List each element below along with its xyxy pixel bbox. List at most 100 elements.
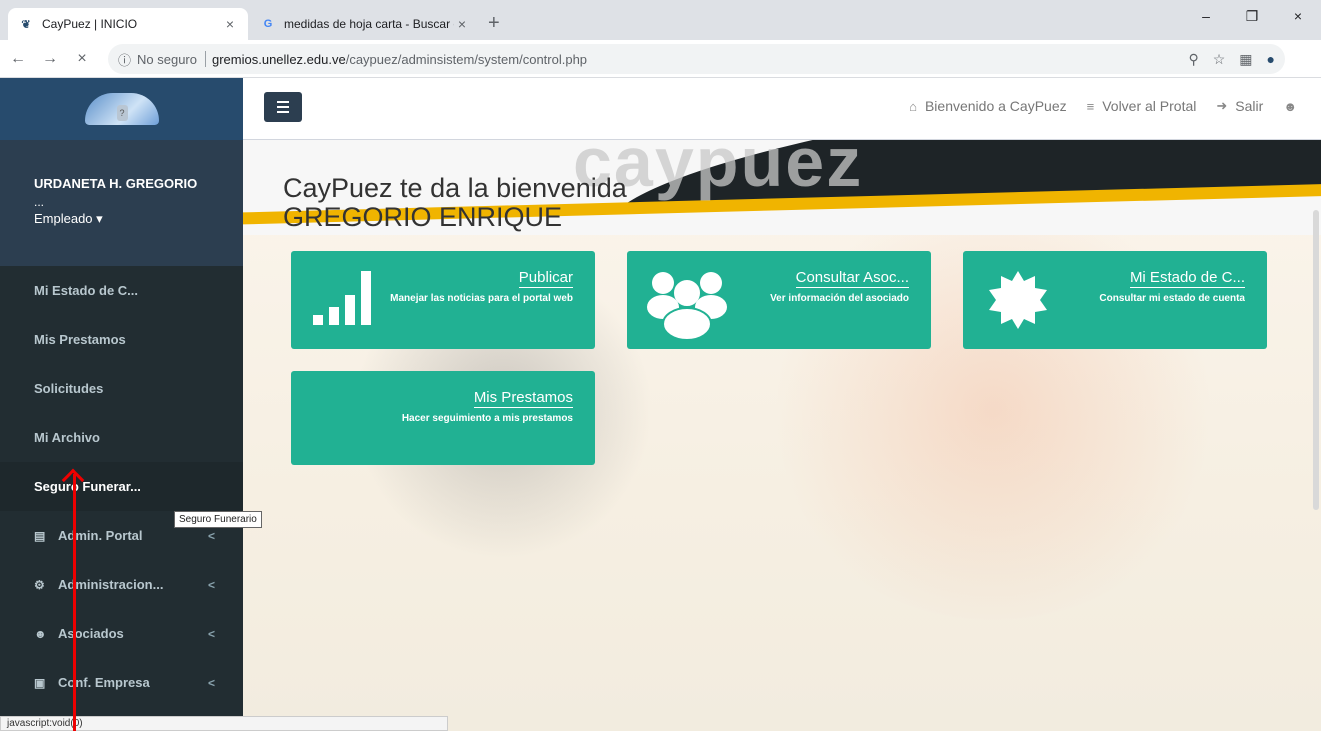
web-page: URDANETA H. GREGORIO ... Empleado ▾ Mi E… [0,78,1321,731]
new-tab-button[interactable]: + [488,12,500,35]
sidebar-item-label: Admin. Portal [58,528,143,543]
annotation-arrow [73,474,76,731]
sidebar-item-mis-prestamos[interactable]: Mis Prestamos [0,315,243,364]
back-to-portal-link[interactable]: ≡ Volver al Protal [1087,98,1197,114]
user-name: URDANETA H. GREGORIO [34,176,198,191]
users-icon [647,272,727,339]
zoom-icon[interactable]: ⚲ [1188,51,1198,68]
top-navbar: ⌂ Bienvenido a CayPuez ≡ Volver al Prota… [243,78,1321,140]
forward-button[interactable]: → [36,50,64,68]
browser-toolbar: ← → × ⓘ No seguro gremios.unellez.edu.ve… [0,40,1321,109]
caypuez-favicon-icon: ❦ [21,18,31,31]
hamburger-bar [277,101,289,103]
card-description: Consultar mi estado de cuenta [1099,293,1245,304]
card-description: Manejar las noticias para el portal web [390,293,573,304]
card-mi-estado-cuenta[interactable]: Mi Estado de C... Consultar mi estado de… [963,251,1267,349]
close-window-button[interactable]: × [1275,0,1321,32]
tooltip: Seguro Funerario [174,511,262,528]
users-icon: ☻ [34,626,47,641]
sidebar-item-administracion[interactable]: ⚙ Administracion... < [0,560,243,609]
sidebar-item-asociados[interactable]: ☻ Asociados < [0,609,243,658]
sidebar-item-label: Mi Estado de C... [34,283,139,298]
newspaper-icon: ▤ [34,528,46,543]
card-mis-prestamos[interactable]: Mis Prestamos Hacer seguimiento a mis pr… [291,371,595,465]
sidebar-item-mi-estado[interactable]: Mi Estado de C... [0,266,243,315]
welcome-link-label: Bienvenido a CayPuez [924,98,1067,114]
users-icon: ☻ [1283,98,1297,114]
briefcase-icon: ▣ [34,675,46,690]
user-name-ellipsis: ... [34,195,45,209]
card-description: Ver información del asociado [770,293,909,304]
logout-label: Salir [1235,98,1264,114]
sidebar-toggle-button[interactable] [264,92,302,122]
chevron-left-icon: < [207,528,215,543]
logout-link[interactable]: ➜ Salir [1216,98,1263,114]
hamburger-bar [277,106,289,108]
sidebar-item-label: Conf. Empresa [58,675,150,690]
chevron-left-icon: < [207,675,215,690]
card-consultar-asociado[interactable]: Consultar Asoc... Ver información del as… [627,251,931,349]
certificate-icon [989,271,1047,329]
tab-caypuez[interactable]: ❦ CayPuez | INICIO × [8,8,248,40]
users-menu-button[interactable]: ☻ [1283,99,1297,114]
welcome-banner: caypuez CayPuez te da la bienvenida GREG… [243,140,1321,235]
page-scrollbar[interactable] [1313,210,1319,510]
qr-code-icon[interactable]: ▦ [1239,51,1252,68]
welcome-line-2: GREGORIO ENRIQUE [283,202,563,232]
chevron-left-icon: < [207,626,215,641]
address-separator [205,51,206,67]
bookmark-star-icon[interactable]: ☆ [1213,51,1226,68]
card-title: Consultar Asoc... [795,269,909,288]
welcome-line-1: CayPuez te da la bienvenida [283,173,627,203]
minimize-button[interactable]: – [1183,0,1229,32]
main-content: caypuez CayPuez te da la bienvenida GREG… [243,140,1321,731]
tab-google-search[interactable]: G medidas de hoja carta - Buscar c × [250,8,480,40]
tab-close-icon[interactable]: × [222,16,238,32]
user-panel: URDANETA H. GREGORIO ... Empleado ▾ [0,140,243,266]
card-publicar[interactable]: Publicar Manejar las noticias para el po… [291,251,595,349]
info-icon[interactable]: ⓘ [118,50,131,69]
sidebar-item-label: Solicitudes [34,381,104,396]
stop-button[interactable]: × [68,50,96,68]
tab-close-icon[interactable]: × [454,16,470,32]
sidebar-item-solicitudes[interactable]: Solicitudes [0,364,243,413]
tab-title: medidas de hoja carta - Buscar c [284,17,454,31]
top-nav-links: ⌂ Bienvenido a CayPuez ≡ Volver al Prota… [909,98,1297,114]
home-icon: ⌂ [909,98,917,114]
welcome-link[interactable]: ⌂ Bienvenido a CayPuez [909,98,1067,114]
security-label: No seguro [137,51,197,67]
restore-button[interactable]: ❐ [1229,0,1275,32]
gear-icon: ⚙ [34,577,45,592]
card-title: Mis Prestamos [473,389,573,408]
sidebar-menu: Mi Estado de C... Mis Prestamos Solicitu… [0,266,243,707]
back-to-portal-label: Volver al Protal [1102,98,1197,114]
browser-tabstrip: ❦ CayPuez | INICIO × G medidas de hoja c… [0,0,1321,40]
sidebar-logo-area [0,78,243,140]
card-description: Hacer seguimiento a mis prestamos [401,413,573,424]
browser-status-bar: javascript:void(0) [0,716,448,731]
sidebar-item-label: Mis Prestamos [34,332,126,347]
url-host: gremios.unellez.edu.ve [212,51,346,67]
sidebar-item-label: Mi Archivo [34,430,100,445]
caypuez-logo[interactable] [84,93,159,125]
back-button[interactable]: ← [4,50,32,68]
sidebar-item-mi-archivo[interactable]: Mi Archivo [0,413,243,462]
list-icon: ≡ [1086,98,1095,114]
hamburger-bar [277,111,289,113]
url-path: /caypuez/adminsistem/system/control.php [345,51,588,67]
signal-bars-icon [313,271,371,325]
card-title: Mi Estado de C... [1129,269,1245,288]
sidebar-item-label: Asociados [58,626,124,641]
omnibox-actions: ⚲ ☆ ▦ ● [1188,51,1275,68]
tab-title: CayPuez | INICIO [42,17,138,31]
welcome-heading: CayPuez te da la bienvenida GREGORIO ENR… [283,174,627,232]
role-dropdown[interactable]: Empleado ▾ [34,211,243,227]
sidebar: URDANETA H. GREGORIO ... Empleado ▾ Mi E… [0,78,243,731]
chevron-left-icon: < [207,577,215,592]
google-favicon-icon: G [263,18,273,30]
card-title: Publicar [518,269,573,288]
profile-avatar-icon[interactable]: ● [1267,51,1275,68]
address-bar[interactable]: ⓘ No seguro gremios.unellez.edu.ve /cayp… [108,44,1285,74]
sidebar-item-conf-empresa[interactable]: ▣ Conf. Empresa < [0,658,243,707]
sidebar-item-seguro-funerario[interactable]: Seguro Funerar... [0,462,243,511]
